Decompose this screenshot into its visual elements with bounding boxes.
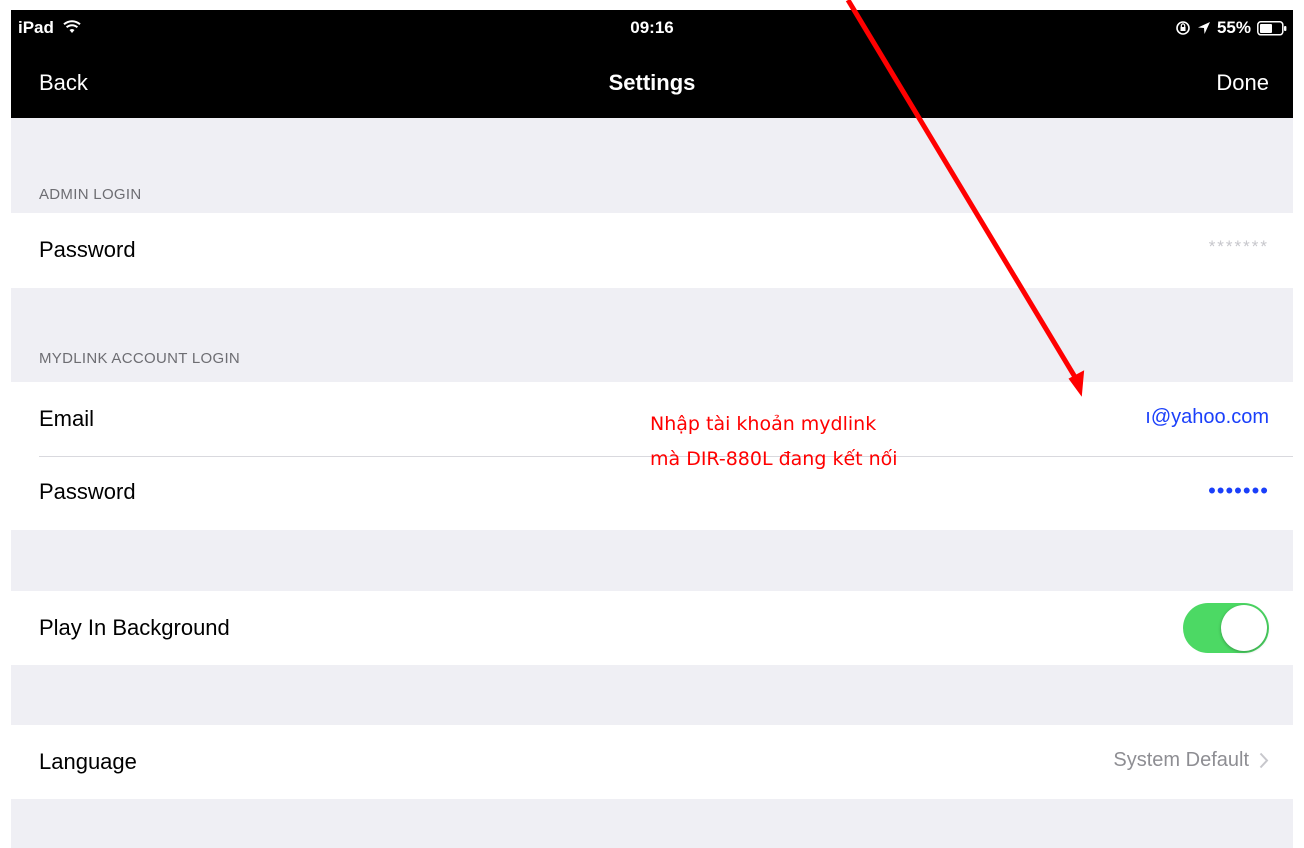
admin-login-header: ADMIN LOGIN: [39, 186, 142, 203]
mydlink-password-field[interactable]: •••••••: [1208, 478, 1269, 504]
play-background-label: Play In Background: [39, 615, 230, 640]
battery-icon: [1257, 20, 1287, 36]
admin-password-row[interactable]: Password *******: [11, 213, 1293, 288]
email-label: Email: [39, 406, 95, 431]
status-right: 55%: [1175, 18, 1287, 38]
language-row[interactable]: Language System Default: [11, 725, 1293, 799]
admin-password-value[interactable]: *******: [1209, 237, 1269, 257]
mydlink-password-label: Password: [39, 479, 136, 504]
annotation-line-2: mà DIR-880L đang kết nối: [650, 448, 898, 470]
battery-percent: 55%: [1216, 18, 1251, 37]
status-time: 09:16: [630, 18, 674, 37]
chevron-right-icon: [1259, 752, 1269, 769]
settings-screen: iPad 09:16 55% Back Settings Done ADMIN …: [11, 10, 1293, 848]
top-bar: iPad 09:16 55% Back Settings Done: [11, 10, 1293, 118]
play-background-row: Play In Background: [11, 591, 1293, 665]
toggle-knob: [1221, 605, 1267, 651]
orientation-lock-icon: [1176, 21, 1190, 35]
page-title: Settings: [608, 70, 696, 95]
done-button[interactable]: Done: [1216, 70, 1269, 96]
mydlink-login-header: MYDLINK ACCOUNT LOGIN: [39, 350, 241, 367]
email-field[interactable]: ı@yahoo.com: [1145, 406, 1269, 429]
annotation-line-1: Nhập tài khoản mydlink: [650, 413, 877, 435]
admin-password-label: Password: [39, 237, 136, 262]
language-label: Language: [39, 749, 137, 774]
language-value: System Default: [1113, 749, 1249, 771]
language-value-wrap: System Default: [1113, 749, 1269, 772]
play-background-toggle[interactable]: [1183, 603, 1269, 653]
location-arrow-icon: [1197, 22, 1210, 34]
